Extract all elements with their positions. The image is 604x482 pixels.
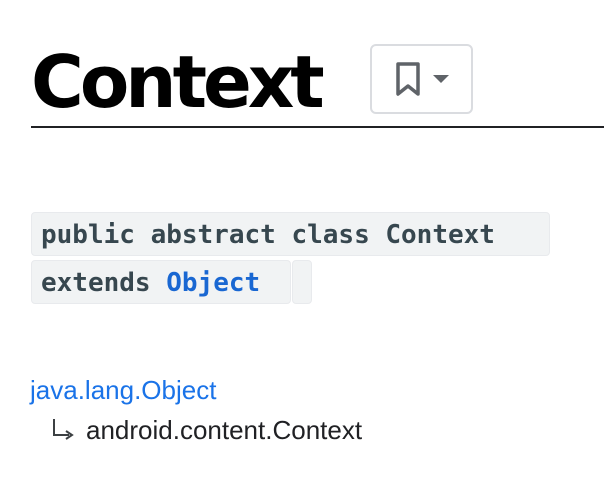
title-row: Context [31,40,325,126]
inheritance-child: android.content.Context [50,413,362,447]
page-title: Context [31,40,325,124]
bookmark-button[interactable] [370,44,473,114]
empty-code-chip [292,260,312,304]
caret-down-icon [432,74,449,84]
title-divider [31,126,604,128]
superclass-link[interactable]: Object [166,268,260,298]
inheritance-child-label: android.content.Context [86,415,363,445]
class-declaration-code: public abstract class Context [31,212,550,256]
extends-keyword: extends [41,268,167,298]
inheritance-root-link[interactable]: java.lang.Object [30,374,216,406]
bookmark-icon [395,61,421,97]
extends-clause-code: extends Object [31,260,291,304]
subclass-arrow-icon [50,419,86,441]
